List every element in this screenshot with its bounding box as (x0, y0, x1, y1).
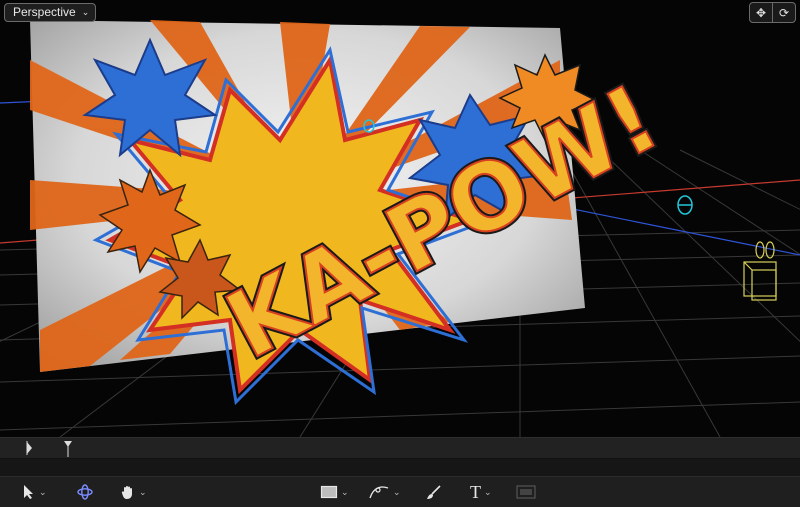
chevron-down-icon: ⌄ (39, 486, 47, 497)
camera-gizmo (743, 241, 777, 301)
text-tool[interactable]: T ⌄ (470, 482, 492, 502)
chevron-down-icon: ⌄ (393, 486, 401, 497)
playhead-markers (26, 441, 72, 457)
view-mode-label: Perspective (13, 5, 76, 19)
transform-3d-tool[interactable] (76, 482, 94, 502)
canvas-viewer[interactable]: KA-POW! KA-POW! Perspective ⌄ ✥ ⟳ (0, 0, 800, 437)
move-view-icon[interactable]: ✥ (750, 3, 772, 22)
pen-bezier-icon (369, 486, 389, 499)
pan-tool[interactable]: ⌄ (120, 482, 147, 502)
mask-tool[interactable] (516, 482, 536, 502)
transform-3d-icon (77, 484, 93, 500)
timeline-ruler[interactable] (0, 438, 800, 459)
paintbrush-icon (427, 485, 441, 499)
mini-timeline (0, 437, 800, 477)
chevron-down-icon: ⌄ (81, 7, 90, 17)
chevron-down-icon: ⌄ (341, 486, 349, 497)
canvas-toolbar: ⌄ ⌄ ⌄ ⌄ T ⌄ (0, 476, 800, 507)
view-controls: ✥ ⟳ (749, 2, 796, 23)
select-arrow-icon (24, 485, 33, 499)
view-mode-dropdown[interactable]: Perspective ⌄ (4, 3, 97, 22)
rectangle-shape-icon (320, 485, 338, 499)
chevron-down-icon: ⌄ (139, 486, 147, 497)
timeline-track[interactable] (0, 459, 800, 477)
select-tool[interactable]: ⌄ (22, 482, 47, 502)
orbit-view-icon[interactable]: ⟳ (772, 3, 795, 22)
in-point-marker (27, 442, 32, 454)
chevron-down-icon: ⌄ (484, 486, 492, 497)
paint-tool[interactable] (426, 482, 442, 502)
pan-hand-icon (121, 486, 132, 499)
shape-tool[interactable]: ⌄ (320, 482, 349, 502)
mask-icon (516, 485, 536, 499)
text-tool-icon: T (470, 481, 481, 502)
scene-3d: KA-POW! KA-POW! (0, 20, 800, 437)
bezier-tool[interactable]: ⌄ (368, 482, 401, 502)
